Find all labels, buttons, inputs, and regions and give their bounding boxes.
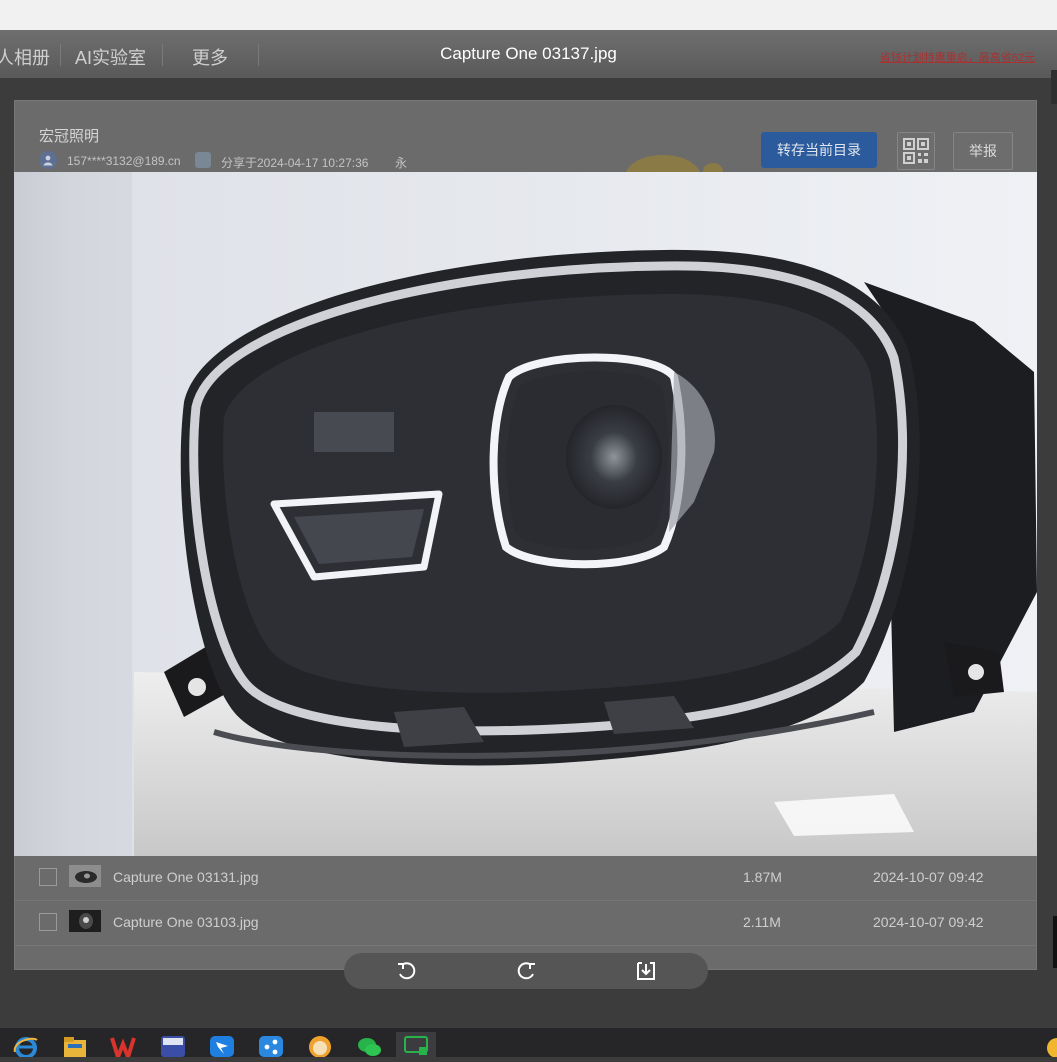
image-toolbar bbox=[344, 953, 708, 989]
headlight-photo bbox=[14, 172, 1037, 856]
rotate-left-icon bbox=[398, 962, 416, 980]
share-time: 分享于2024-04-17 10:27:36 bbox=[221, 156, 369, 170]
dingtalk-icon[interactable] bbox=[209, 1032, 235, 1057]
file-name[interactable]: Capture One 03103.jpg bbox=[113, 914, 259, 930]
image-preview[interactable] bbox=[14, 172, 1037, 856]
remote-desktop-icon bbox=[404, 1036, 428, 1055]
report-button[interactable]: 举报 bbox=[953, 132, 1013, 170]
scrollbar-thumb[interactable] bbox=[1051, 70, 1057, 104]
file-explorer-icon[interactable] bbox=[62, 1032, 88, 1057]
qrcode-icon bbox=[903, 138, 929, 164]
qianniu-icon[interactable] bbox=[307, 1032, 333, 1057]
wps-office-icon[interactable] bbox=[110, 1032, 136, 1057]
share-app-icon[interactable] bbox=[258, 1032, 284, 1057]
file-size: 2.11M bbox=[743, 914, 781, 930]
user-icon bbox=[43, 155, 53, 166]
sharer-email: 157****3132@189.cn bbox=[67, 154, 181, 168]
vip-badge-icon bbox=[195, 152, 211, 168]
file-name[interactable]: Capture One 03131.jpg bbox=[113, 869, 259, 885]
file-list: Capture One 03131.jpg 1.87M 2024-10-07 0… bbox=[15, 856, 1036, 946]
file-row[interactable]: Capture One 03103.jpg 2.11M 2024-10-07 0… bbox=[15, 901, 1036, 946]
ie-browser-icon[interactable] bbox=[12, 1032, 38, 1057]
file-checkbox[interactable] bbox=[39, 868, 57, 886]
download-icon bbox=[637, 962, 655, 980]
top-navigation: 人相册 AI实验室 更多 Capture One 03137.jpg 省钱计划特… bbox=[0, 30, 1057, 104]
save-to-directory-button[interactable]: 转存当前目录 bbox=[761, 132, 877, 168]
file-date: 2024-10-07 09:42 bbox=[873, 914, 984, 930]
rotate-left-button[interactable] bbox=[394, 959, 420, 983]
promo-link[interactable]: 省钱计划特惠重启，最高省62元 bbox=[880, 49, 1035, 65]
active-app-tab[interactable] bbox=[396, 1032, 436, 1057]
file-thumbnail bbox=[69, 910, 101, 932]
download-button[interactable] bbox=[633, 959, 659, 983]
wechat-icon[interactable] bbox=[356, 1032, 382, 1057]
app-1688-icon[interactable] bbox=[160, 1032, 186, 1057]
taskbar bbox=[0, 1028, 1057, 1057]
qrcode-button[interactable] bbox=[897, 132, 935, 170]
rotate-right-button[interactable] bbox=[513, 959, 539, 983]
file-size: 1.87M bbox=[743, 869, 782, 885]
share-owner-name: 宏冠照明 bbox=[39, 128, 100, 145]
file-date: 2024-10-07 09:42 bbox=[873, 869, 984, 885]
file-checkbox[interactable] bbox=[39, 913, 57, 931]
file-thumbnail bbox=[69, 865, 101, 887]
side-edge bbox=[1053, 916, 1057, 968]
rotate-right-icon bbox=[517, 962, 535, 980]
file-row[interactable]: Capture One 03131.jpg 1.87M 2024-10-07 0… bbox=[15, 856, 1036, 901]
avatar bbox=[39, 151, 57, 169]
browser-strip bbox=[0, 0, 1057, 30]
notification-icon[interactable] bbox=[1044, 1032, 1057, 1057]
